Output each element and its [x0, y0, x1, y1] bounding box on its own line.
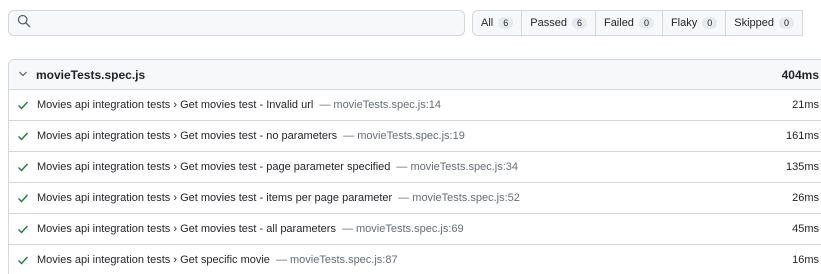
filter-skipped[interactable]: Skipped 0 — [726, 11, 804, 35]
test-title: Movies api integration tests › Get movie… — [37, 161, 391, 173]
file-name: movieTests.spec.js — [36, 67, 146, 82]
check-icon — [18, 163, 29, 172]
filter-count: 6 — [571, 17, 587, 29]
check-icon — [18, 101, 29, 110]
test-duration: 16ms — [792, 254, 819, 266]
test-duration: 161ms — [785, 130, 819, 142]
test-duration: 45ms — [792, 223, 819, 235]
check-icon — [18, 225, 29, 234]
test-row[interactable]: Movies api integration tests › Get movie… — [9, 90, 821, 121]
filter-label: Failed — [603, 17, 634, 29]
filter-failed[interactable]: Failed 0 — [595, 11, 663, 35]
test-title: Movies api integration tests › Get movie… — [37, 99, 314, 111]
test-title: Movies api integration tests › Get speci… — [37, 254, 270, 266]
file-duration: 404ms — [781, 67, 819, 82]
filter-passed[interactable]: Passed 6 — [522, 11, 596, 35]
filter-count: 0 — [779, 17, 795, 29]
check-icon — [18, 194, 29, 203]
test-location[interactable]: — movieTests.spec.js:34 — [396, 161, 786, 173]
search-input[interactable] — [37, 16, 457, 30]
filter-label: All — [481, 17, 494, 29]
test-row[interactable]: Movies api integration tests › Get movie… — [9, 214, 821, 245]
test-row[interactable]: Movies api integration tests › Get movie… — [9, 121, 821, 152]
search-icon — [17, 14, 31, 33]
test-duration: 21ms — [792, 99, 819, 111]
status-filter-tabs: All 6 Passed 6 Failed 0 Flaky 0 Skipped … — [472, 10, 804, 36]
filter-label: Flaky — [670, 17, 698, 29]
test-title: Movies api integration tests › Get movie… — [37, 130, 338, 142]
file-header[interactable]: movieTests.spec.js 404ms — [9, 60, 821, 90]
test-row[interactable]: Movies api integration tests › Get speci… — [9, 245, 821, 274]
filter-count: 0 — [702, 17, 718, 29]
test-row[interactable]: Movies api integration tests › Get movie… — [9, 183, 821, 214]
test-row[interactable]: Movies api integration tests › Get movie… — [9, 152, 821, 183]
test-title: Movies api integration tests › Get movie… — [37, 223, 336, 235]
test-location[interactable]: — movieTests.spec.js:14 — [319, 99, 792, 111]
filter-all[interactable]: All 6 — [473, 11, 523, 35]
test-location[interactable]: — movieTests.spec.js:52 — [398, 192, 792, 204]
filter-count: 6 — [498, 17, 514, 29]
test-location[interactable]: — movieTests.spec.js:69 — [342, 223, 792, 235]
chevron-down-icon[interactable] — [18, 66, 36, 84]
test-location[interactable]: — movieTests.spec.js:19 — [343, 130, 786, 142]
filter-label: Skipped — [734, 17, 775, 29]
filter-flaky[interactable]: Flaky 0 — [662, 11, 727, 35]
test-duration: 135ms — [785, 161, 819, 173]
search-box[interactable] — [8, 10, 465, 36]
filter-label: Passed — [530, 17, 567, 29]
check-icon — [18, 256, 29, 265]
test-duration: 26ms — [792, 192, 819, 204]
filter-count: 0 — [638, 17, 654, 29]
test-title: Movies api integration tests › Get movie… — [37, 192, 393, 204]
test-report: All 6 Passed 6 Failed 0 Flaky 0 Skipped … — [0, 0, 821, 274]
test-file-group: movieTests.spec.js 404ms Movies api inte… — [8, 59, 821, 274]
test-location[interactable]: — movieTests.spec.js:87 — [276, 254, 792, 266]
check-icon — [18, 132, 29, 141]
